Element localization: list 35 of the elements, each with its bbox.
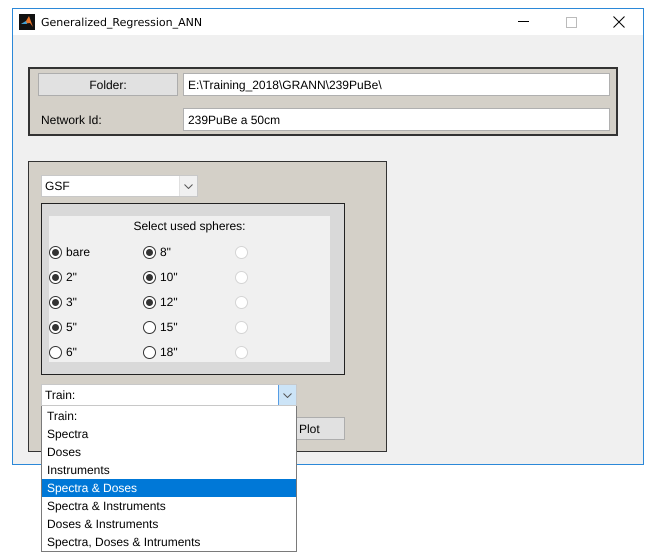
folder-button[interactable]: Folder: <box>38 73 178 96</box>
radio-label: 6" <box>66 345 77 359</box>
radio-label: bare <box>66 245 90 259</box>
radio-label: 12" <box>160 295 178 309</box>
radio-button[interactable] <box>143 270 156 284</box>
radio-button[interactable] <box>143 346 156 358</box>
radio-button[interactable] <box>143 296 156 308</box>
radio-button[interactable] <box>49 320 62 334</box>
chevron-down-icon <box>184 184 193 188</box>
close-icon <box>613 16 625 28</box>
dropdown-option[interactable]: Spectra & Doses <box>42 479 296 497</box>
train-dropdown[interactable]: Train: <box>41 384 297 406</box>
radio-button[interactable] <box>49 246 62 258</box>
minimize-icon <box>518 21 528 23</box>
radio-label: 18" <box>160 345 178 359</box>
app-logo-icon <box>19 14 35 30</box>
chevron-down-icon <box>283 392 292 398</box>
radio-button[interactable] <box>49 296 62 308</box>
folder-field[interactable]: E:\Training_2018\GRANN\239PuBe\ <box>183 73 610 96</box>
window-title: Generalized_Regression_ANN <box>41 16 204 28</box>
radio-button[interactable] <box>143 246 156 258</box>
maximize-icon <box>566 16 576 28</box>
radio-label: 8" <box>160 245 171 259</box>
radio-label: 15" <box>160 320 178 334</box>
radio-label: 3" <box>66 295 77 309</box>
network-id-field[interactable]: 239PuBe a 50cm <box>183 108 610 131</box>
radio-button[interactable] <box>49 346 62 358</box>
radio-label: 2" <box>66 270 77 284</box>
type-dropdown[interactable]: GSF <box>41 175 198 197</box>
network-id-label: Network Id: <box>40 112 103 126</box>
radio-button[interactable] <box>49 270 62 284</box>
radio-button[interactable] <box>143 320 156 334</box>
radio-label: 10" <box>160 270 178 284</box>
radio-label: 5" <box>66 320 77 334</box>
spheres-title: Select used spheres: <box>133 219 246 233</box>
